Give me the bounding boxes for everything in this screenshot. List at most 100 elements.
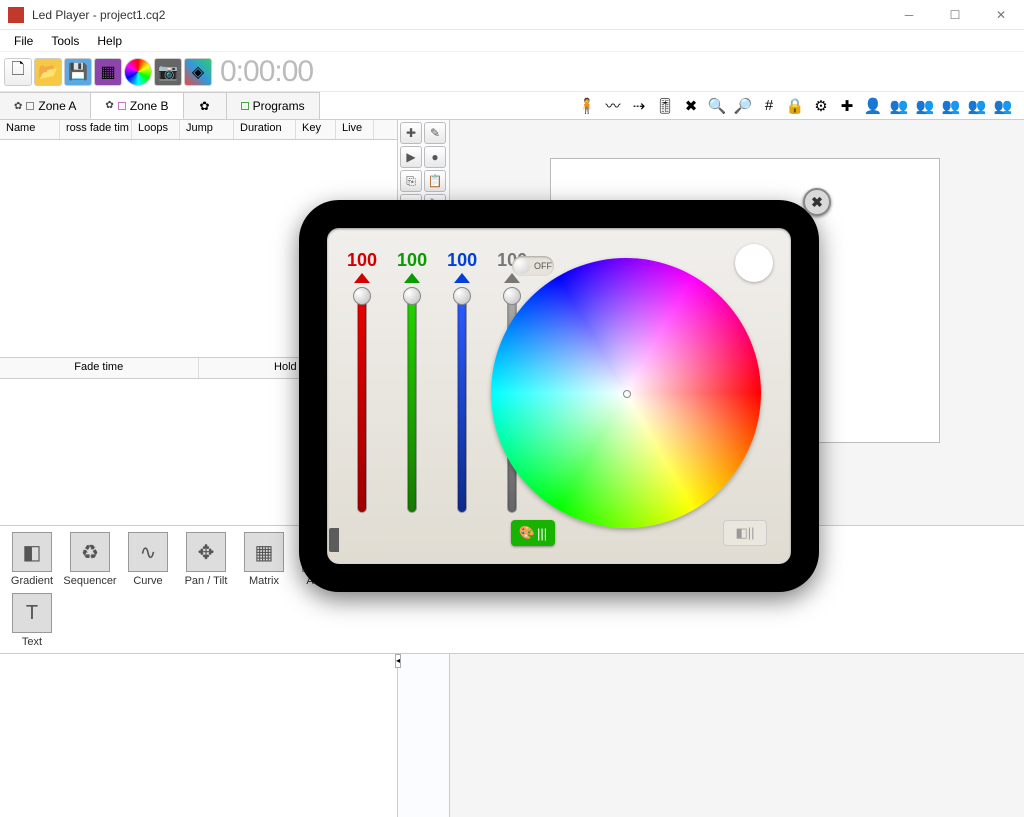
effect-curve[interactable]: ∿Curve — [124, 532, 172, 587]
copy-icon[interactable]: ⎘ — [400, 170, 422, 192]
slider-track[interactable] — [457, 298, 467, 513]
menu-file[interactable]: File — [6, 32, 41, 50]
slider-knob[interactable] — [503, 287, 521, 305]
col-duration[interactable]: Duration — [234, 120, 296, 139]
tabs-row: ✿ Zone A ✿ Zone B ✿ Programs 🧍 〰 ⇢ 🎚 ✖ 🔍… — [0, 92, 1024, 120]
tab-zone-a[interactable]: ✿ Zone A — [0, 92, 91, 119]
add-scene-icon[interactable]: ✚ — [400, 122, 422, 144]
open-file-icon[interactable]: 📂 — [34, 58, 62, 86]
curve-icon: ∿ — [128, 532, 168, 572]
group-a-icon[interactable]: 👥 — [888, 95, 910, 117]
gear-icon: ✿ — [14, 101, 22, 112]
secondary-button[interactable]: ◧|| — [723, 520, 767, 546]
red-value: 100 — [347, 250, 377, 271]
fade-time-header[interactable]: Fade time — [0, 358, 199, 378]
cube-icon[interactable]: ◈ — [184, 58, 212, 86]
effect-gradient[interactable]: ◧Gradient — [8, 532, 56, 587]
pantilt-icon: ✥ — [186, 532, 226, 572]
tab-add[interactable]: ✿ — [183, 92, 227, 119]
matrix-icon: ▦ — [244, 532, 284, 572]
link-icon[interactable]: ⇢ — [628, 95, 650, 117]
minimize-button[interactable]: ─ — [886, 0, 932, 30]
app-icon — [8, 7, 24, 23]
col-key[interactable]: Key — [296, 120, 336, 139]
tools-icon[interactable]: ✖ — [680, 95, 702, 117]
col-live[interactable]: Live — [336, 120, 374, 139]
color-wheel[interactable] — [491, 258, 761, 528]
group-d-icon[interactable]: 👥 — [966, 95, 988, 117]
maximize-button[interactable]: ☐ — [932, 0, 978, 30]
toggle-label: OFF — [534, 261, 552, 271]
group-c-icon[interactable]: 👥 — [940, 95, 962, 117]
slider-knob[interactable] — [453, 287, 471, 305]
paste-icon[interactable]: 📋 — [424, 170, 446, 192]
zone-color-icon — [118, 102, 126, 110]
col-jump[interactable]: Jump — [180, 120, 234, 139]
effect-pantilt[interactable]: ✥ Pan / Tilt — [182, 532, 230, 587]
tab-label: Zone A — [38, 99, 76, 113]
col-loops[interactable]: Loops — [132, 120, 180, 139]
blue-value: 100 — [447, 250, 477, 271]
main-toolbar: 🗋 📂 💾 ▦ 📷 ◈ 0:00:00 — [0, 52, 1024, 92]
up-arrow-icon — [454, 273, 470, 283]
stop-icon[interactable]: ● — [424, 146, 446, 168]
tab-label: Zone B — [130, 99, 169, 113]
camera-icon[interactable]: 📷 — [154, 58, 182, 86]
slider-track[interactable] — [407, 298, 417, 513]
red-slider[interactable]: 100 — [347, 250, 377, 513]
lock-icon[interactable]: 🔒 — [784, 95, 806, 117]
zoom-out-icon[interactable]: 🔎 — [732, 95, 754, 117]
menu-bar: File Tools Help — [0, 30, 1024, 52]
text-icon: T — [12, 593, 52, 633]
tab-programs[interactable]: Programs — [226, 92, 320, 119]
up-arrow-icon — [404, 273, 420, 283]
drawer-handle-icon[interactable] — [329, 528, 339, 552]
right-toolbar: 🧍 〰 ⇢ 🎚 ✖ 🔍 🔎 # 🔒 ⚙ ✚ 👤 👥 👥 👥 👥 👥 — [576, 92, 1024, 119]
color-wheel-icon[interactable] — [124, 58, 152, 86]
tab-zone-b[interactable]: ✿ Zone B — [90, 92, 183, 119]
effect-text[interactable]: TText — [8, 593, 56, 648]
save-file-icon[interactable]: 💾 — [64, 58, 92, 86]
close-modal-button[interactable]: ✖ — [803, 188, 831, 216]
patch-icon[interactable]: ✚ — [836, 95, 858, 117]
hash-icon[interactable]: # — [758, 95, 780, 117]
programs-icon — [241, 102, 249, 110]
menu-tools[interactable]: Tools — [43, 32, 87, 50]
grid-icon[interactable]: ▦ — [94, 58, 122, 86]
timer-display: 0:00:00 — [220, 55, 313, 89]
slider-knob[interactable] — [353, 287, 371, 305]
green-slider[interactable]: 100 — [397, 250, 427, 513]
sliders-icon: ◧|| — [735, 525, 754, 541]
add-user-icon[interactable]: 🧍 — [576, 95, 598, 117]
menu-help[interactable]: Help — [89, 32, 130, 50]
bottom-left-pane[interactable] — [0, 654, 398, 817]
zoom-in-icon[interactable]: 🔍 — [706, 95, 728, 117]
col-name[interactable]: Name — [0, 120, 60, 139]
slider-knob[interactable] — [403, 287, 421, 305]
play-icon[interactable]: ▶ — [400, 146, 422, 168]
blue-slider[interactable]: 100 — [447, 250, 477, 513]
group-e-icon[interactable]: 👥 — [992, 95, 1014, 117]
edit-scene-icon[interactable]: ✎ — [424, 122, 446, 144]
tab-label: Programs — [253, 99, 305, 113]
expand-handle-icon[interactable]: ◂ — [395, 654, 401, 668]
column-headers: Name ross fade tim Loops Jump Duration K… — [0, 120, 397, 140]
slider-track[interactable] — [357, 298, 367, 513]
label: Sequencer — [63, 575, 116, 587]
col-crossfade[interactable]: ross fade tim — [60, 120, 132, 139]
new-file-icon[interactable]: 🗋 — [4, 58, 32, 86]
gear-icon[interactable]: ⚙ — [810, 95, 832, 117]
apply-color-button[interactable]: 🎨||| — [511, 520, 555, 546]
sliders-icon[interactable]: 🎚 — [654, 95, 676, 117]
label: Pan / Tilt — [185, 575, 228, 587]
bottom-right-pane[interactable] — [450, 654, 1024, 817]
close-button[interactable]: ✕ — [978, 0, 1024, 30]
bottom-panes: ◂ — [0, 653, 1024, 817]
effect-matrix[interactable]: ▦Matrix — [240, 532, 288, 587]
wave-icon[interactable]: 〰 — [602, 95, 624, 117]
palette-icon: 🎨 — [519, 525, 535, 541]
effect-sequencer[interactable]: ♻Sequencer — [66, 532, 114, 587]
fixture-add-icon[interactable]: 👤 — [862, 95, 884, 117]
toggle-switch[interactable]: OFF — [512, 256, 554, 276]
group-b-icon[interactable]: 👥 — [914, 95, 936, 117]
